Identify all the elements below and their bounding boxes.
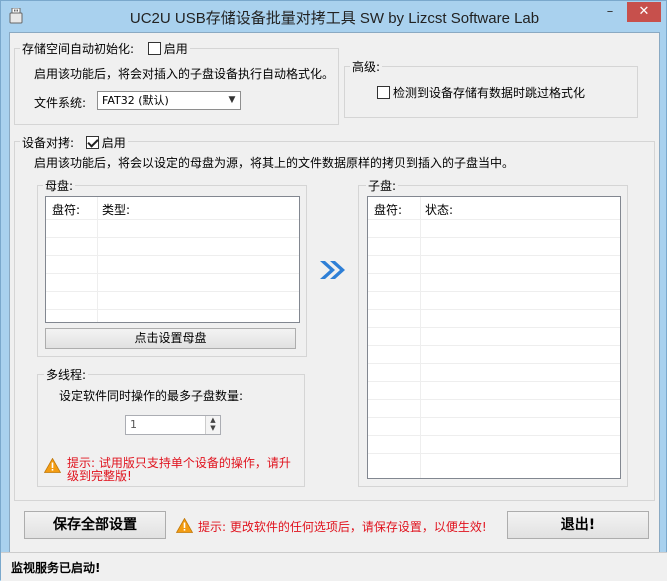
auto-format-legend: 存储空间自动初始化: — [22, 42, 135, 56]
auto-format-enable-checkbox[interactable]: 启用 — [147, 42, 188, 56]
target-disk-list[interactable]: 盘符: 状态: — [367, 196, 621, 479]
copy-enable-label: 启用 — [101, 136, 126, 150]
spinner-buttons[interactable]: ▲ ▼ — [205, 416, 220, 434]
exit-button[interactable]: 退出! — [507, 511, 649, 539]
target-disk-list-header: 盘符: 状态: — [368, 197, 620, 219]
app-window: UC2U USB存储设备批量对拷工具 SW by Lizcst Software… — [0, 0, 667, 581]
status-bar: 监视服务已启动! — [1, 552, 667, 581]
close-button[interactable]: ✕ — [627, 2, 661, 22]
grid-line — [46, 255, 299, 256]
grid-line — [46, 237, 299, 238]
auto-format-group — [14, 48, 339, 125]
copy-legend: 设备对拷: — [22, 136, 75, 150]
copy-description: 启用该功能后，将会以设定的母盘为源，将其上的文件数据原样的拷贝到插入的子盘当中。 — [34, 156, 515, 170]
window-title: UC2U USB存储设备批量对拷工具 SW by Lizcst Software… — [129, 10, 540, 27]
trial-warning-line2: 级到完整版! — [67, 469, 132, 483]
spin-down-icon[interactable]: ▼ — [206, 424, 220, 432]
target-col-status[interactable]: 状态: — [425, 201, 453, 218]
minimize-icon: – — [606, 4, 614, 19]
double-chevron-right-icon — [320, 261, 345, 279]
set-source-disk-button[interactable]: 点击设置母盘 — [45, 328, 296, 349]
filesystem-label: 文件系统: — [34, 96, 87, 110]
source-column-divider — [97, 197, 98, 322]
close-icon: ✕ — [638, 4, 650, 19]
grid-line — [368, 435, 620, 436]
grid-line — [368, 327, 620, 328]
chevron-down-icon: ▼ — [228, 95, 236, 105]
minimize-button[interactable]: – — [597, 2, 623, 22]
grid-line — [368, 381, 620, 382]
grid-line — [46, 291, 299, 292]
auto-format-checkbox-box[interactable] — [147, 42, 161, 55]
multithread-label: 设定软件同时操作的最多子盘数量: — [59, 389, 244, 403]
save-notice: 提示: 更改软件的任何选项后，请保存设置，以便生效! — [198, 520, 487, 534]
source-col-drive[interactable]: 盘符: — [52, 201, 80, 218]
max-devices-value: 1 — [130, 418, 137, 431]
source-disk-legend: 母盘: — [43, 177, 76, 194]
grid-line — [368, 309, 620, 310]
grid-line — [368, 453, 620, 454]
auto-format-enable-label: 启用 — [163, 42, 188, 56]
grid-line — [368, 237, 620, 238]
filesystem-selected-value: FAT32 (默认) — [102, 94, 169, 107]
grid-line — [368, 219, 620, 220]
grid-line — [368, 273, 620, 274]
spin-up-icon[interactable]: ▲ — [206, 416, 220, 424]
copy-legend-row: 设备对拷: 启用 — [20, 134, 128, 150]
grid-line — [368, 345, 620, 346]
warning-icon — [176, 518, 193, 533]
grid-line — [368, 399, 620, 400]
save-settings-button[interactable]: 保存全部设置 — [24, 511, 166, 539]
copy-enable-checkbox[interactable]: 启用 — [85, 136, 126, 150]
target-disk-legend: 子盘: — [366, 177, 399, 194]
client-area: 存储空间自动初始化: 启用 启用该功能后，将会对插入的子盘设备执行自动格式化。 … — [9, 32, 660, 573]
source-disk-list-header: 盘符: 类型: — [46, 197, 299, 219]
grid-line — [46, 309, 299, 310]
warning-icon — [44, 458, 61, 473]
auto-format-description: 启用该功能后，将会对插入的子盘设备执行自动格式化。 — [34, 67, 335, 81]
grid-line — [368, 255, 620, 256]
auto-format-legend-row: 存储空间自动初始化: 启用 — [20, 40, 190, 56]
copy-checkbox-box[interactable] — [85, 136, 99, 149]
advanced-legend: 高级: — [350, 58, 383, 75]
grid-line — [46, 273, 299, 274]
source-disk-list[interactable]: 盘符: 类型: — [45, 196, 300, 323]
status-text: 监视服务已启动! — [11, 561, 101, 575]
multithread-legend: 多线程: — [44, 366, 89, 383]
target-col-drive[interactable]: 盘符: — [374, 201, 402, 218]
filesystem-select[interactable]: FAT32 (默认) ▼ — [97, 91, 241, 110]
grid-line — [368, 363, 620, 364]
skip-format-checkbox[interactable]: 检测到设备存储有数据时跳过格式化 — [377, 84, 585, 101]
title-bar[interactable]: UC2U USB存储设备批量对拷工具 SW by Lizcst Software… — [1, 1, 667, 33]
skip-format-label: 检测到设备存储有数据时跳过格式化 — [393, 86, 586, 100]
skip-format-checkbox-box[interactable] — [377, 86, 390, 99]
grid-line — [368, 291, 620, 292]
grid-line — [46, 219, 299, 220]
max-devices-spinner[interactable]: 1 ▲ ▼ — [125, 415, 221, 435]
source-col-type[interactable]: 类型: — [102, 201, 130, 218]
grid-line — [368, 417, 620, 418]
